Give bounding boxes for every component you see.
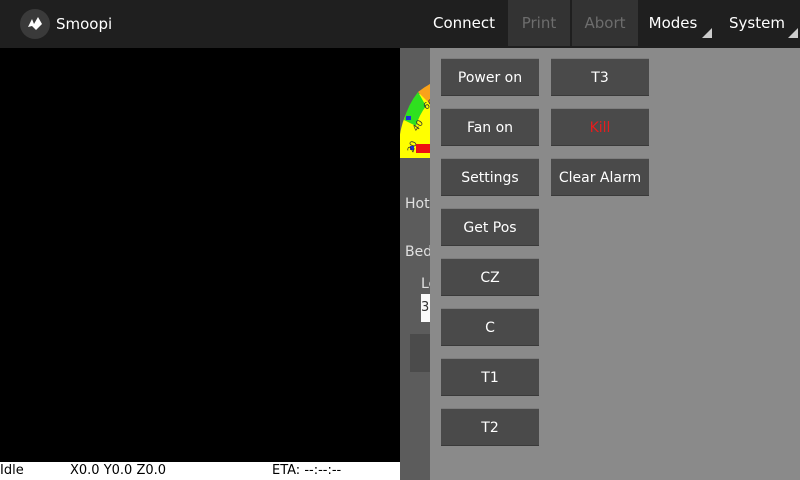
hotend-label: Hot <box>405 196 430 212</box>
fan-on-button[interactable]: Fan on <box>441 108 539 146</box>
modes-menu-button[interactable]: Modes <box>644 0 714 46</box>
c-button[interactable]: C <box>441 308 539 346</box>
console-area[interactable] <box>0 48 400 462</box>
settings-button[interactable]: Settings <box>441 158 539 196</box>
status-eta: ETA: --:--:-- <box>272 463 342 478</box>
get-pos-button[interactable]: Get Pos <box>441 208 539 246</box>
cz-button[interactable]: CZ <box>441 258 539 296</box>
gauge-tick-marker <box>406 116 411 120</box>
system-menu-button[interactable]: System <box>724 0 800 46</box>
top-toolbar: Smoopi Connect Print Abort Modes System <box>0 0 800 49</box>
system-label: System <box>729 14 785 32</box>
app-title: Smoopi <box>56 15 113 33</box>
modes-label: Modes <box>648 14 698 32</box>
temperature-gauge: 20 40 60 <box>400 84 430 158</box>
status-position: X0.0 Y0.0 Z0.0 <box>70 463 167 478</box>
t1-button[interactable]: T1 <box>441 358 539 396</box>
corner-triangle-icon <box>702 28 712 38</box>
panel-button[interactable] <box>410 334 430 372</box>
abort-button[interactable]: Abort <box>572 0 638 46</box>
print-button[interactable]: Print <box>508 0 570 46</box>
corner-triangle-icon <box>788 28 798 38</box>
status-bar: Idle X0.0 Y0.0 Z0.0 ETA: --:--:-- <box>0 462 400 480</box>
t3-button[interactable]: T3 <box>551 58 649 96</box>
bed-label: Bed <box>405 244 433 260</box>
connect-button[interactable]: Connect <box>426 0 502 46</box>
clear-alarm-button[interactable]: Clear Alarm <box>551 158 649 196</box>
status-state: Idle <box>0 463 24 478</box>
kill-button[interactable]: Kill <box>551 108 649 146</box>
power-on-button[interactable]: Power on <box>441 58 539 96</box>
kivy-logo-icon <box>20 9 50 39</box>
t2-button[interactable]: T2 <box>441 408 539 446</box>
